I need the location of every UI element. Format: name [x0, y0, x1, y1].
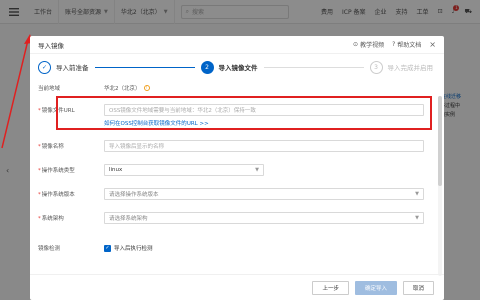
- step-number: 3: [369, 60, 383, 74]
- region-value: 华北2（北京）: [104, 86, 141, 92]
- region-row: 当前地域 华北2（北京） !: [38, 84, 436, 92]
- image-check-row: 镜像检测 ✓ 导入后执行检测: [38, 244, 436, 252]
- tutorial-video-link[interactable]: ⊙ 教学视频: [353, 40, 384, 49]
- dialog-footer: 上一步 确定导入 取消: [30, 274, 444, 300]
- help-doc-link[interactable]: ? 帮助文档: [392, 40, 421, 49]
- step-connector: [94, 66, 195, 68]
- os-type-label: *操作系统类型: [38, 168, 75, 174]
- os-type-select[interactable]: linux ▼: [104, 164, 264, 176]
- arch-row: *系统架构 请选择系统架构 ▼: [38, 212, 436, 224]
- step-connector: [263, 66, 364, 68]
- os-version-label: *操作系统版本: [38, 192, 75, 198]
- chevron-down-icon: ▼: [255, 167, 259, 173]
- step-complete: 3 导入完成并启用: [369, 60, 433, 74]
- chevron-down-icon: ▼: [415, 215, 419, 221]
- region-field-label: 当前地域: [38, 86, 61, 92]
- scrollbar-thumb[interactable]: [438, 96, 442, 186]
- image-name-label: *镜像名称: [38, 144, 64, 150]
- play-icon: ⊙: [353, 41, 359, 48]
- annotation-highlight-box: [56, 96, 432, 130]
- dialog-header: 导入镜像 ⊙ 教学视频 ? 帮助文档 ×: [30, 36, 444, 54]
- chevron-down-icon: ▼: [415, 191, 419, 197]
- step-number: 2: [200, 60, 214, 74]
- help-icon: ?: [392, 41, 396, 48]
- checkbox-checked-icon[interactable]: ✓: [104, 244, 111, 252]
- confirm-import-button[interactable]: 确定导入: [354, 280, 397, 295]
- warning-icon[interactable]: !: [143, 85, 150, 91]
- close-icon[interactable]: ×: [429, 40, 436, 49]
- image-check-option[interactable]: ✓ 导入后执行检测: [104, 244, 153, 252]
- step-prepare: ✓ 导入前准备: [38, 60, 89, 74]
- step-import-file: 2 导入镜像文件: [200, 60, 258, 74]
- progress-steps: ✓ 导入前准备 2 导入镜像文件 3 导入完成并启用: [38, 56, 436, 78]
- os-version-row: *操作系统版本 请选择操作系统版本 ▼: [38, 188, 436, 200]
- os-version-select[interactable]: 请选择操作系统版本 ▼: [104, 188, 424, 200]
- previous-step-button[interactable]: 上一步: [312, 280, 349, 295]
- dialog-title: 导入镜像: [38, 41, 64, 50]
- os-type-row: *操作系统类型 linux ▼: [38, 164, 436, 176]
- cancel-button[interactable]: 取消: [402, 280, 434, 295]
- arch-label: *系统架构: [38, 216, 64, 222]
- arch-select[interactable]: 请选择系统架构 ▼: [104, 212, 424, 224]
- image-check-label: 镜像检测: [38, 246, 61, 252]
- annotation-arrow-icon: [1, 34, 33, 149]
- check-icon: ✓: [38, 60, 51, 74]
- import-image-dialog: 导入镜像 ⊙ 教学视频 ? 帮助文档 × ✓ 导入前准备 2 导入镜像文件 3 …: [30, 36, 444, 300]
- image-name-input[interactable]: 导入镜像后显示的名称: [104, 140, 424, 152]
- image-name-row: *镜像名称 导入镜像后显示的名称: [38, 140, 436, 152]
